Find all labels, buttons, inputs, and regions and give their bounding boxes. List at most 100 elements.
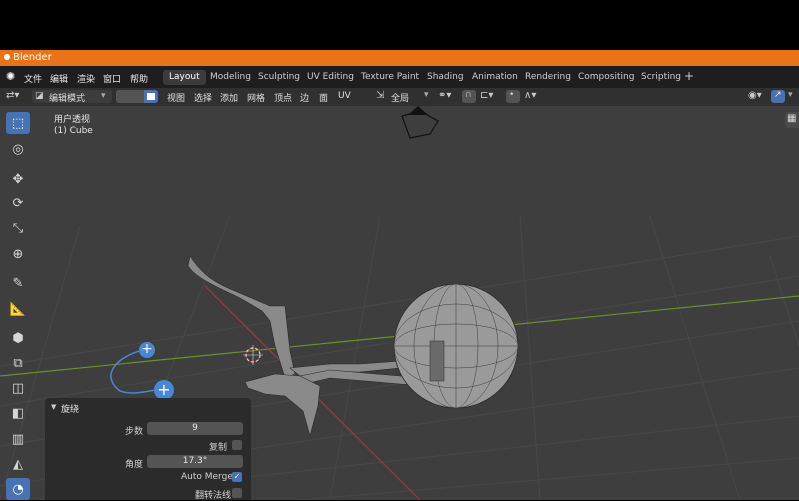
mode-dropdown[interactable]: ◪ 编辑模式 ▾ xyxy=(32,90,112,104)
extrude-tool[interactable]: ⧉ xyxy=(6,352,30,374)
steps-label: 步数 xyxy=(125,427,144,437)
extrude-icon: ⧉ xyxy=(13,355,23,371)
poly-build-tool[interactable]: ◭ xyxy=(6,453,30,475)
check-icon: ✓ xyxy=(233,472,241,481)
view-name: 用户透视 xyxy=(54,115,91,125)
select-box-tool[interactable]: ⬚ xyxy=(6,112,30,134)
measure-tool[interactable]: 📐 xyxy=(6,298,30,320)
chevron-down-icon[interactable]: ▾ xyxy=(424,90,429,100)
orientation-label[interactable]: 全局 xyxy=(391,91,409,104)
add-cube-tool[interactable]: ⬢ xyxy=(6,327,30,349)
sphere-mesh xyxy=(393,283,519,409)
angle-label: 角度 xyxy=(125,460,144,470)
face-select-icon xyxy=(147,93,155,100)
rotate-icon: ⟳ xyxy=(12,195,24,211)
tab-layout[interactable]: Layout xyxy=(163,70,206,85)
annotate-tool[interactable]: ✎ xyxy=(6,272,30,294)
proportional-edit-icon: • xyxy=(509,90,515,100)
transform-tool[interactable]: ⊕ xyxy=(6,243,30,265)
flip-normals-checkbox[interactable] xyxy=(232,488,242,498)
tab-uv-editing[interactable]: UV Editing xyxy=(301,70,360,85)
blender-title-icon xyxy=(4,54,10,60)
inset-tool[interactable]: ◫ xyxy=(6,377,30,399)
menu-add[interactable]: 添加 xyxy=(220,91,238,104)
transform-orientation-icon: ⇲ xyxy=(376,90,385,101)
collapse-arrow-icon[interactable]: ▼ xyxy=(51,403,56,411)
loop-cut-icon: ▥ xyxy=(11,431,25,447)
camera-object xyxy=(401,106,439,139)
tab-texture-paint[interactable]: Texture Paint xyxy=(355,70,425,85)
proportional-edit-toggle[interactable]: • xyxy=(506,90,520,103)
menu-uv[interactable]: UV xyxy=(338,91,351,101)
menu-select[interactable]: 选择 xyxy=(194,91,212,104)
pivot-point-icon[interactable]: ⚭▾ xyxy=(438,90,451,101)
window-titlebar: Blender xyxy=(0,50,799,66)
bevel-tool[interactable]: ◧ xyxy=(6,402,30,424)
menu-face[interactable]: 面 xyxy=(319,91,328,104)
tab-sculpting[interactable]: Sculpting xyxy=(252,70,306,85)
inset-icon: ◫ xyxy=(11,380,25,396)
move-tool[interactable]: ✥ xyxy=(6,168,30,190)
menu-edge[interactable]: 边 xyxy=(300,91,309,104)
object-label: (1) Cube xyxy=(54,126,93,136)
snap-target-icon[interactable]: ⊏▾ xyxy=(480,90,493,101)
menu-vertex[interactable]: 顶点 xyxy=(274,91,292,104)
edge-select-button[interactable] xyxy=(130,90,144,103)
cursor-icon: ◎ xyxy=(12,141,24,157)
editor-type-icon[interactable]: ⇄▾ xyxy=(6,90,19,101)
spin-gizmo-handle-top[interactable]: + xyxy=(139,342,155,358)
menu-window[interactable]: 窗口 xyxy=(103,72,121,85)
tab-compositing[interactable]: Compositing xyxy=(572,70,640,85)
pencil-icon: ✎ xyxy=(12,275,24,291)
cube-add-icon: ⬢ xyxy=(12,330,24,346)
navigation-gizmo-button[interactable]: ▦ xyxy=(785,112,799,128)
tab-modeling[interactable]: Modeling xyxy=(204,70,257,85)
spin-gizmo-handle-bottom[interactable]: + xyxy=(154,380,174,400)
window-title: Blender xyxy=(13,52,52,63)
blender-logo-icon[interactable]: ✺ xyxy=(6,70,15,83)
tab-scripting[interactable]: Scripting xyxy=(635,70,687,85)
angle-field[interactable]: 17.3° xyxy=(147,455,243,468)
loop-cut-tool[interactable]: ▥ xyxy=(6,428,30,450)
magnet-icon: ∩ xyxy=(465,90,472,100)
rotate-tool[interactable]: ⟳ xyxy=(6,192,30,214)
cursor-tool[interactable]: ◎ xyxy=(6,138,30,160)
gizmo-toggle[interactable]: ↗ xyxy=(771,90,785,103)
transform-icon: ⊕ xyxy=(12,246,24,262)
chevron-down-icon[interactable]: ▾ xyxy=(788,90,793,100)
grid-icon: ▦ xyxy=(787,113,797,124)
add-workspace-icon[interactable]: + xyxy=(684,69,694,83)
tab-shading[interactable]: Shading xyxy=(421,70,470,85)
visibility-icon[interactable]: ◉▾ xyxy=(748,90,762,101)
operator-title: 旋绕 xyxy=(61,405,80,415)
spin-tool[interactable]: ◔ xyxy=(6,478,30,500)
menu-file[interactable]: 文件 xyxy=(24,72,42,85)
bevel-icon: ◧ xyxy=(11,405,25,421)
dupli-checkbox[interactable] xyxy=(232,440,242,450)
steps-field[interactable]: 9 xyxy=(147,422,243,435)
chevron-down-icon: ▾ xyxy=(101,91,106,101)
move-icon: ✥ xyxy=(12,171,24,187)
tab-rendering[interactable]: Rendering xyxy=(519,70,577,85)
tab-animation[interactable]: Animation xyxy=(466,70,524,85)
menu-render[interactable]: 渲染 xyxy=(77,72,95,85)
scale-icon: ⤡ xyxy=(12,220,24,236)
gizmo-icon: ↗ xyxy=(774,90,782,100)
menu-edit[interactable]: 编辑 xyxy=(50,72,68,85)
automerge-label: Auto Merge xyxy=(181,472,233,482)
vertex-select-button[interactable] xyxy=(116,90,130,103)
falloff-icon[interactable]: ∧▾ xyxy=(524,90,536,101)
menu-view[interactable]: 视图 xyxy=(167,91,185,104)
operator-panel: ▼ 旋绕 步数 9 复制 角度 17.3° Auto Merge ✓ 翻转法线 xyxy=(45,398,251,501)
automerge-checkbox[interactable]: ✓ xyxy=(232,472,242,482)
tool-shelf: ⬚ ◎ ✥ ⟳ ⤡ ⊕ ✎ 📐 ⬢ ⧉ ◫ ◧ ▥ ◭ ◔ xyxy=(4,110,34,500)
top-black-area xyxy=(0,0,799,50)
scale-tool[interactable]: ⤡ xyxy=(6,217,30,239)
dupli-label: 复制 xyxy=(209,443,228,453)
menu-help[interactable]: 帮助 xyxy=(130,72,148,85)
spin-icon: ◔ xyxy=(12,481,24,497)
snap-toggle[interactable]: ∩ xyxy=(462,90,476,103)
mode-label: 编辑模式 xyxy=(49,94,86,104)
menu-mesh[interactable]: 网格 xyxy=(247,91,265,104)
face-select-button[interactable] xyxy=(144,90,158,103)
